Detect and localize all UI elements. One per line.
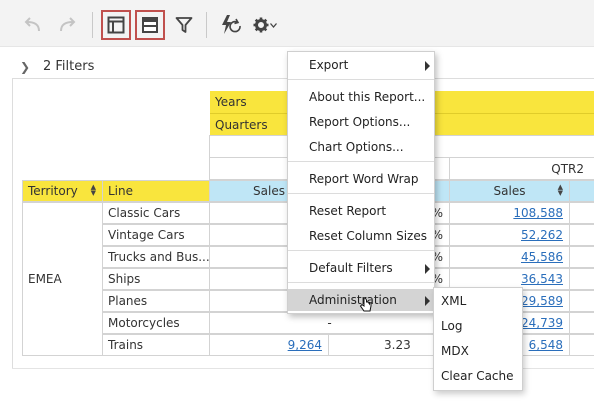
submenu-item-clear-cache[interactable]: Clear Cache: [434, 365, 522, 387]
menu-divider: [288, 282, 434, 283]
line-cell[interactable]: Trains: [102, 334, 210, 356]
qtr2-sales-cell[interactable]: 108,588: [449, 202, 570, 224]
submenu-item-mdx[interactable]: MDX: [434, 340, 522, 362]
menu-item-chart-options[interactable]: Chart Options...: [288, 136, 434, 158]
undo-button[interactable]: [17, 10, 47, 40]
overflow-cell: [569, 268, 594, 290]
territory-header-label: Territory: [28, 184, 78, 198]
menu-item-label: Default Filters: [309, 261, 393, 275]
sales-cell[interactable]: 9,264: [209, 334, 329, 356]
menu-item-reset-column-sizes[interactable]: Reset Column Sizes: [288, 225, 434, 247]
overflow-cell: [569, 334, 594, 356]
qtr2-sales-link[interactable]: 29,589: [521, 295, 563, 307]
menu-item-label: Export: [309, 58, 349, 72]
menu-item-export[interactable]: Export: [288, 54, 434, 76]
overflow-cell: [569, 290, 594, 312]
layout-toggle-panel-button[interactable]: [101, 10, 131, 40]
qtr2-sales-column-header[interactable]: Sales ▲ ▼: [449, 180, 570, 202]
qtr2-header[interactable]: QTR2: [449, 157, 594, 180]
overflow-cell: [569, 312, 594, 334]
undo-icon: [24, 17, 40, 32]
line-cell[interactable]: Ships: [102, 268, 210, 290]
toolbar: [0, 0, 594, 47]
sales-cell: -: [209, 312, 450, 334]
qtr2-sales-link[interactable]: 36,543: [521, 273, 563, 285]
submenu-arrow-icon: [425, 296, 430, 306]
gear-icon: [253, 17, 269, 33]
qtr2-sales-link[interactable]: 6,548: [529, 339, 563, 351]
auto-refresh-icon: [222, 15, 241, 34]
territory-column-header[interactable]: Territory ▲ ▼: [22, 180, 103, 202]
qtr2-sales-header-label: Sales: [493, 184, 526, 198]
menu-divider: [288, 79, 434, 80]
mouse-pointer-icon: [359, 297, 372, 312]
line-cell[interactable]: Trucks and Bus...: [102, 246, 210, 268]
menu-divider: [288, 161, 434, 162]
chevron-down-icon: [270, 22, 277, 28]
sales-link[interactable]: 9,264: [288, 339, 322, 351]
chevron-right-icon[interactable]: ❯: [20, 60, 30, 74]
overflow-cell: [569, 224, 594, 246]
qtr2-sales-link[interactable]: 108,588: [513, 207, 563, 219]
menu-divider: [288, 250, 434, 251]
redo-icon: [60, 17, 76, 32]
layout-table-icon: [142, 17, 158, 33]
menu-divider: [288, 193, 434, 194]
auto-refresh-button[interactable]: [216, 10, 246, 40]
toolbar-divider: [206, 12, 207, 38]
settings-menu: Export About this Report... Report Optio…: [287, 51, 435, 314]
line-cell[interactable]: Motorcycles: [102, 312, 210, 334]
filter-icon: [175, 17, 193, 33]
line-cell[interactable]: Planes: [102, 290, 210, 312]
territory-cell[interactable]: EMEA: [22, 202, 103, 356]
submenu-item-log[interactable]: Log: [434, 315, 522, 337]
overflow-cell: [569, 246, 594, 268]
submenu-item-xml[interactable]: XML: [434, 290, 522, 312]
pct-cell: 3.23: [328, 334, 450, 356]
line-cell[interactable]: Classic Cars: [102, 202, 210, 224]
redo-button[interactable]: [53, 10, 83, 40]
line-column-header[interactable]: Line: [102, 180, 210, 202]
submenu-arrow-icon: [425, 264, 430, 274]
sort-icon[interactable]: ▲ ▼: [558, 184, 563, 197]
layout-panel-icon: [107, 16, 125, 34]
qtr2-sales-cell[interactable]: 45,586: [449, 246, 570, 268]
menu-item-about-report[interactable]: About this Report...: [288, 86, 434, 108]
toolbar-divider: [92, 12, 93, 38]
sort-icon[interactable]: ▲ ▼: [91, 184, 96, 197]
submenu-arrow-icon: [425, 61, 430, 71]
menu-item-report-options[interactable]: Report Options...: [288, 111, 434, 133]
administration-submenu: XML Log MDX Clear Cache: [433, 287, 523, 391]
menu-item-default-filters[interactable]: Default Filters: [288, 257, 434, 279]
qtr2-sales-link[interactable]: 52,262: [521, 229, 563, 241]
menu-item-word-wrap[interactable]: Report Word Wrap: [288, 168, 434, 190]
qtr2-sales-link[interactable]: 45,586: [521, 251, 563, 263]
next-column-header: [569, 180, 594, 202]
layout-toggle-table-button[interactable]: [135, 10, 165, 40]
overflow-cell: [569, 202, 594, 224]
menu-item-reset-report[interactable]: Reset Report: [288, 200, 434, 222]
qtr2-sales-link[interactable]: 24,739: [521, 317, 563, 329]
filters-count-label: 2 Filters: [43, 59, 95, 74]
menu-item-label: Administration: [309, 293, 397, 307]
qtr2-sales-cell[interactable]: 52,262: [449, 224, 570, 246]
filter-button[interactable]: [169, 10, 199, 40]
line-cell[interactable]: Vintage Cars: [102, 224, 210, 246]
settings-dropdown-button[interactable]: [250, 10, 280, 40]
